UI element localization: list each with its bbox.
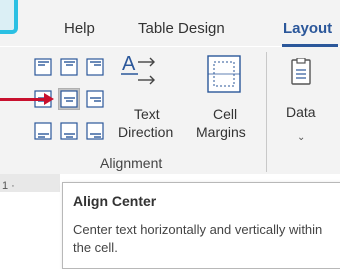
text-direction-label-line2: Direction xyxy=(118,124,174,140)
tab-help[interactable]: Help xyxy=(64,20,95,37)
cell-margins-label-line1: Cell xyxy=(213,106,238,122)
ruler-marker: 1 · xyxy=(2,180,15,192)
text-direction-letter: A xyxy=(122,53,136,75)
align-bottom-right-button[interactable] xyxy=(84,120,106,142)
ribbon-tab-bar: ls Help Table Design Layout xyxy=(0,0,340,47)
align-top-left-button[interactable] xyxy=(32,56,54,78)
text-direction-icon: A xyxy=(121,53,155,85)
alignment-group-label: Alignment xyxy=(100,155,163,171)
align-center-button[interactable] xyxy=(58,88,80,110)
align-top-center-icon xyxy=(60,58,78,76)
group-separator xyxy=(266,52,267,172)
tab-table-design[interactable]: Table Design xyxy=(138,20,225,37)
align-center-right-icon xyxy=(86,90,104,108)
annotation-arrow-head xyxy=(44,93,54,105)
align-bottom-right-icon xyxy=(86,122,104,140)
data-icon xyxy=(291,58,311,85)
align-bottom-left-button[interactable] xyxy=(32,120,54,142)
align-bottom-center-button[interactable] xyxy=(58,120,80,142)
data-label: Data xyxy=(286,104,316,120)
cell-margins-icon xyxy=(207,55,241,93)
tooltip: Align Center Center text horizontally an… xyxy=(62,182,340,269)
align-center-right-button[interactable] xyxy=(84,88,106,110)
align-top-center-button[interactable] xyxy=(58,56,80,78)
annotation-arrow-shaft xyxy=(0,98,48,101)
align-center-icon xyxy=(60,90,78,108)
align-top-left-icon xyxy=(34,58,52,76)
tooltip-description: Center text horizontally and vertically … xyxy=(73,222,323,255)
cell-margins-label-line2: Margins xyxy=(196,124,246,140)
tab-layout[interactable]: Layout xyxy=(283,20,332,37)
align-bottom-center-icon xyxy=(60,122,78,140)
align-top-right-icon xyxy=(86,58,104,76)
align-bottom-left-icon xyxy=(34,122,52,140)
chevron-down-icon: ⌄ xyxy=(297,132,306,143)
align-top-right-button[interactable] xyxy=(84,56,106,78)
text-direction-label-line1: Text xyxy=(134,106,160,122)
callout-frame xyxy=(0,0,18,34)
tooltip-title: Align Center xyxy=(73,193,157,209)
